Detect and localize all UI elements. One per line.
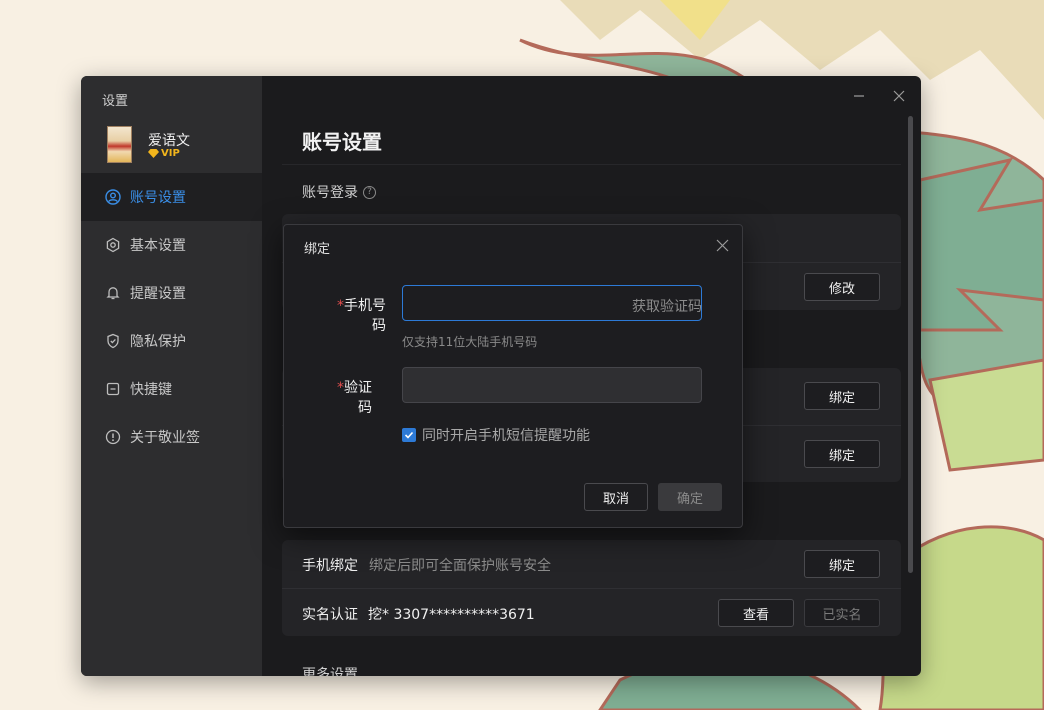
realname-row: 实名认证 挖* 3307**********3671 查看 已实名 [282, 588, 901, 636]
user-name: 爱语文 [148, 133, 190, 149]
close-icon[interactable] [716, 239, 729, 252]
sidebar-item-label: 提醒设置 [130, 286, 186, 302]
sidebar-item-label: 基本设置 [130, 238, 186, 254]
required-mark: * [337, 298, 344, 314]
bell-icon [105, 285, 121, 301]
security-card: 手机绑定 绑定后即可全面保护账号安全 绑定 实名认证 挖* 3307******… [282, 540, 901, 636]
diamond-icon [148, 149, 159, 158]
keyboard-icon [105, 381, 121, 397]
minimize-icon[interactable] [851, 88, 867, 104]
dialog-title: 绑定 [304, 242, 331, 257]
sidebar-item-account-settings[interactable]: 账号设置 [81, 173, 262, 221]
section-more-settings: 更多设置 [302, 667, 358, 676]
gear-icon [105, 237, 121, 253]
verification-code-input[interactable] [402, 367, 702, 403]
bind-phone-dialog: 绑定 *手机号码 获取验证码 仅支持11位大陆手机号码 *验证码 同时开启手机短… [283, 224, 743, 528]
user-circle-icon [105, 189, 121, 205]
modify-button[interactable]: 修改 [804, 273, 880, 301]
realname-label: 实名认证 [302, 607, 358, 623]
realname-value: 挖* 3307**********3671 [368, 607, 535, 623]
bind-button[interactable]: 绑定 [804, 440, 880, 468]
phone-binding-row: 手机绑定 绑定后即可全面保护账号安全 绑定 [282, 540, 901, 588]
code-label-text: 验证码 [344, 380, 372, 416]
phone-label-text: 手机号码 [344, 298, 386, 334]
view-button[interactable]: 查看 [718, 599, 794, 627]
avatar[interactable] [107, 126, 132, 163]
phone-field-label: *手机号码 [324, 295, 386, 335]
sidebar-nav: 账号设置 基本设置 提醒设置 隐私保护 快捷键 关于敬业签 [81, 173, 262, 461]
user-profile[interactable]: 爱语文 VIP [107, 126, 257, 164]
sidebar-item-label: 关于敬业签 [130, 430, 200, 446]
sidebar-item-label: 账号设置 [130, 190, 186, 206]
phone-hint: 仅支持11位大陆手机号码 [402, 335, 538, 349]
get-verification-code-link[interactable]: 获取验证码 [632, 296, 702, 316]
confirm-button[interactable]: 确定 [658, 483, 722, 511]
sms-reminder-checkbox[interactable] [402, 428, 416, 442]
sidebar-item-basic-settings[interactable]: 基本设置 [81, 221, 262, 269]
bind-button[interactable]: 绑定 [804, 382, 880, 410]
sidebar-item-label: 隐私保护 [130, 334, 186, 350]
help-icon[interactable]: ? [363, 185, 376, 199]
divider [282, 164, 901, 165]
page-title: 账号设置 [302, 130, 382, 154]
vip-badge: VIP [148, 148, 180, 159]
code-field-label: *验证码 [324, 377, 372, 417]
sms-reminder-option[interactable]: 同时开启手机短信提醒功能 [402, 425, 590, 445]
phone-bind-button[interactable]: 绑定 [804, 550, 880, 578]
sms-reminder-label: 同时开启手机短信提醒功能 [422, 428, 590, 444]
check-icon [404, 431, 414, 439]
scrollbar[interactable] [908, 116, 913, 573]
section-account-login: 账号登录 ? [302, 182, 376, 202]
required-mark: * [337, 380, 344, 396]
sidebar-item-about[interactable]: 关于敬业签 [81, 413, 262, 461]
sidebar: 设置 爱语文 VIP 账号设置 基本设置 提醒设置 隐私保护 快捷键 关于敬业签 [81, 76, 262, 676]
vip-badge-label: VIP [161, 148, 180, 159]
verified-status-button: 已实名 [804, 599, 880, 627]
window-title: 设置 [102, 94, 129, 109]
close-icon[interactable] [891, 88, 907, 104]
phone-binding-label: 手机绑定 [302, 558, 358, 574]
section-label: 账号登录 [302, 185, 358, 201]
shield-icon [105, 333, 121, 349]
sidebar-item-reminder-settings[interactable]: 提醒设置 [81, 269, 262, 317]
info-icon [105, 429, 121, 445]
sidebar-item-privacy[interactable]: 隐私保护 [81, 317, 262, 365]
cancel-button[interactable]: 取消 [584, 483, 648, 511]
sidebar-item-label: 快捷键 [130, 382, 172, 398]
phone-binding-desc: 绑定后即可全面保护账号安全 [369, 558, 551, 574]
sidebar-item-shortcuts[interactable]: 快捷键 [81, 365, 262, 413]
